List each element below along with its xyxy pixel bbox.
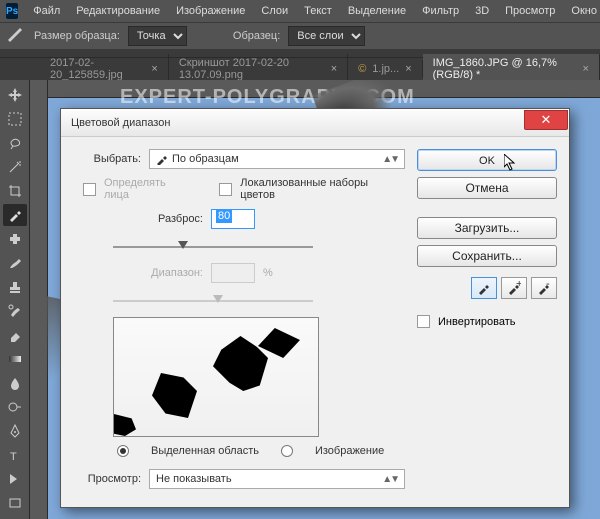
eraser-tool-icon[interactable] <box>3 324 27 346</box>
lasso-tool-icon[interactable] <box>3 132 27 154</box>
menu-file[interactable]: Файл <box>26 3 67 19</box>
brush-tool-icon[interactable] <box>3 252 27 274</box>
sample-size-select[interactable]: Точка <box>128 26 187 46</box>
eyedropper-icon <box>156 153 168 165</box>
blur-tool-icon[interactable] <box>3 372 27 394</box>
select-method-dropdown[interactable]: По образцам ▲▼ <box>149 149 405 169</box>
path-tool-icon[interactable] <box>3 468 27 490</box>
ps-logo-icon: Ps <box>6 3 18 19</box>
invert-label: Инвертировать <box>438 316 515 328</box>
app-window: Ps Файл Редактирование Изображение Слои … <box>0 0 600 519</box>
menu-image[interactable]: Изображение <box>169 3 252 19</box>
fuzziness-input[interactable]: 80 <box>211 209 255 229</box>
tool-palette: T <box>0 80 30 519</box>
preview-image-radio[interactable] <box>281 445 293 457</box>
invert-checkbox[interactable] <box>417 315 430 328</box>
select-label: Выбрать: <box>73 153 141 165</box>
document-tab[interactable]: ©1.jp...× <box>348 60 422 78</box>
range-label: Диапазон: <box>73 267 203 279</box>
detect-faces-label: Определять лица <box>104 177 193 201</box>
range-slider <box>113 291 313 311</box>
preview-mode-label: Просмотр: <box>73 473 141 485</box>
localized-colors-label: Локализованные наборы цветов <box>240 177 405 201</box>
close-icon[interactable]: × <box>331 63 337 75</box>
menu-select[interactable]: Выделение <box>341 3 413 19</box>
document-tab-bar: 2017-02-20_125859.jpg× Скриншот 2017-02-… <box>0 58 600 80</box>
sample-size-label: Размер образца: <box>34 30 120 42</box>
move-tool-icon[interactable] <box>3 84 27 106</box>
dialog-title: Цветовой диапазон <box>71 117 170 129</box>
menu-layers[interactable]: Слои <box>254 3 295 19</box>
preview-selection-radio[interactable] <box>117 445 129 457</box>
svg-text:-: - <box>546 281 550 290</box>
menu-window[interactable]: Окно <box>564 3 600 19</box>
svg-text:T: T <box>10 451 17 462</box>
eyedropper-add-button[interactable]: + <box>501 277 527 299</box>
wand-tool-icon[interactable] <box>3 156 27 178</box>
load-button[interactable]: Загрузить... <box>417 217 557 239</box>
mouse-cursor-icon <box>504 154 518 172</box>
range-input <box>211 263 255 283</box>
pen-tool-icon[interactable] <box>3 420 27 442</box>
selection-preview[interactable] <box>113 317 319 437</box>
sample-layers-select[interactable]: Все слои <box>288 26 365 46</box>
cancel-button[interactable]: Отмена <box>417 177 557 199</box>
options-bar: Размер образца: Точка Образец: Все слои <box>0 22 600 50</box>
menu-text[interactable]: Текст <box>297 3 339 19</box>
shape-tool-icon[interactable] <box>3 492 27 514</box>
dialog-titlebar[interactable]: Цветовой диапазон ✕ <box>61 109 569 137</box>
menu-filter[interactable]: Фильтр <box>415 3 466 19</box>
stamp-tool-icon[interactable] <box>3 276 27 298</box>
eyedropper-tool-icon[interactable] <box>3 204 27 226</box>
marquee-tool-icon[interactable] <box>3 108 27 130</box>
preview-image-label: Изображение <box>315 445 384 457</box>
type-tool-icon[interactable]: T <box>3 444 27 466</box>
color-range-dialog: Цветовой диапазон ✕ Выбрать: По образцам… <box>60 108 570 508</box>
menu-edit[interactable]: Редактирование <box>69 3 167 19</box>
gradient-tool-icon[interactable] <box>3 348 27 370</box>
preview-mode-dropdown[interactable]: Не показывать ▲▼ <box>149 469 405 489</box>
crop-tool-icon[interactable] <box>3 180 27 202</box>
menu-3d[interactable]: 3D <box>468 3 496 19</box>
dodge-tool-icon[interactable] <box>3 396 27 418</box>
tool-preset-icon[interactable] <box>6 26 26 46</box>
sample-layers-label: Образец: <box>233 30 280 42</box>
ok-button[interactable]: OK <box>417 149 557 171</box>
save-button[interactable]: Сохранить... <box>417 245 557 267</box>
fuzziness-label: Разброс: <box>73 213 203 225</box>
svg-text:+: + <box>516 281 521 290</box>
detect-faces-checkbox <box>83 183 96 196</box>
menu-view[interactable]: Просмотр <box>498 3 562 19</box>
healing-tool-icon[interactable] <box>3 228 27 250</box>
eyedropper-sample-button[interactable] <box>471 277 497 299</box>
close-button[interactable]: ✕ <box>524 110 568 130</box>
fuzziness-slider[interactable] <box>113 237 313 257</box>
close-icon[interactable]: × <box>151 63 157 75</box>
close-icon[interactable]: × <box>583 63 589 75</box>
preview-selection-label: Выделенная область <box>151 445 259 457</box>
main-menu-bar: Ps Файл Редактирование Изображение Слои … <box>0 0 600 22</box>
localized-colors-checkbox[interactable] <box>219 183 232 196</box>
history-brush-tool-icon[interactable] <box>3 300 27 322</box>
close-icon[interactable]: × <box>405 63 411 75</box>
range-unit: % <box>263 267 273 279</box>
eyedropper-subtract-button[interactable]: - <box>531 277 557 299</box>
